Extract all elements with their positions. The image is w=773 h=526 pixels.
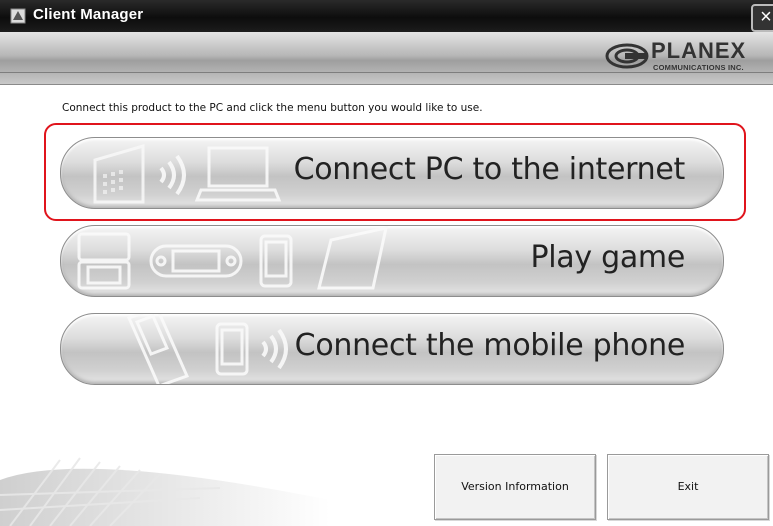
title-bar: Client Manager × xyxy=(0,0,773,32)
connect-mobile-phone-label: Connect the mobile phone xyxy=(294,328,686,363)
planex-logo: PLANEX COMMUNICATIONS INC. xyxy=(603,37,763,77)
exit-button[interactable]: Exit xyxy=(607,454,769,520)
smartphone-icon xyxy=(215,322,249,376)
version-information-button[interactable]: Version Information xyxy=(434,454,596,520)
brand-subtitle: COMMUNICATIONS INC. xyxy=(653,63,744,72)
wii-icon xyxy=(317,226,388,290)
nintendo-ds-icon xyxy=(77,232,131,290)
window-title: Client Manager xyxy=(33,6,144,23)
psp-icon xyxy=(149,244,243,278)
brand-name: PLANEX xyxy=(651,38,747,63)
selection-highlight xyxy=(44,123,746,221)
instruction-text: Connect this product to the PC and click… xyxy=(62,102,483,114)
planex-logo-mark-icon xyxy=(605,43,649,69)
game-illustration xyxy=(77,226,388,290)
mobile-phone-icon xyxy=(126,314,190,384)
play-game-label: Play game xyxy=(530,240,685,275)
ipod-touch-icon xyxy=(259,234,293,288)
decorative-skyline-graphic xyxy=(0,457,330,526)
header-banner: PLANEX COMMUNICATIONS INC. xyxy=(0,32,773,85)
connect-mobile-phone-button[interactable]: Connect the mobile phone xyxy=(60,313,724,385)
close-button[interactable]: × xyxy=(751,4,773,32)
play-game-button[interactable]: Play game xyxy=(60,225,724,297)
wireless-waves-icon xyxy=(261,328,288,370)
app-icon xyxy=(10,8,26,24)
